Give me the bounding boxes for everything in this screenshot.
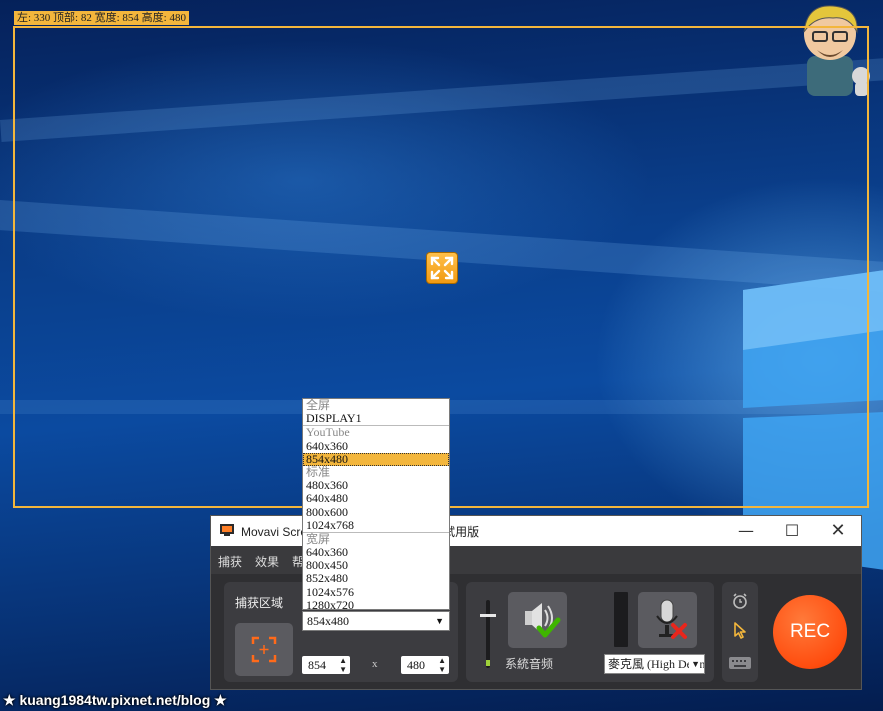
speaker-check-icon xyxy=(525,603,561,638)
system-level-meter xyxy=(486,660,490,666)
resolution-option[interactable]: 640x480 xyxy=(303,492,449,505)
resolution-option[interactable]: 1024x768 xyxy=(303,518,449,532)
blog-watermark: ★ kuang1984tw.pixnet.net/blog ★ xyxy=(3,692,227,708)
chevron-down-icon: ▼ xyxy=(435,616,444,626)
options-panel xyxy=(722,582,758,682)
height-stepper[interactable]: 480 ▲ ▼ xyxy=(401,656,449,674)
microphone-button[interactable] xyxy=(638,592,697,648)
resolution-group-label: 宽屏 xyxy=(303,531,449,546)
height-value: 480 xyxy=(407,658,425,672)
move-capture-area-icon[interactable] xyxy=(426,252,458,284)
select-area-button[interactable] xyxy=(235,623,293,676)
cursor-icon[interactable] xyxy=(732,622,748,640)
mic-volume-slider[interactable] xyxy=(614,592,628,647)
close-icon[interactable]: ✕ xyxy=(815,516,861,546)
resolution-value: 854x480 xyxy=(307,614,349,628)
stepper-arrows-icon[interactable]: ▲ ▼ xyxy=(339,656,347,674)
maximize-icon[interactable]: ☐ xyxy=(769,516,815,546)
minimize-icon[interactable]: — xyxy=(723,516,769,546)
resolution-group-label: YouTube xyxy=(303,425,449,439)
resolution-select[interactable]: 854x480 ▼ xyxy=(302,611,450,631)
alarm-clock-icon[interactable] xyxy=(731,592,749,610)
keyboard-icon[interactable] xyxy=(728,656,752,670)
resolution-option[interactable]: 640x360 xyxy=(303,439,449,453)
resolution-option[interactable]: 1280x720 xyxy=(303,598,449,609)
resolution-option[interactable]: 854x480 xyxy=(303,452,449,466)
system-audio-label: 系統音频 xyxy=(505,657,554,671)
system-volume-knob[interactable] xyxy=(480,614,496,617)
movavi-app-icon xyxy=(220,524,234,536)
menu-capture[interactable]: 捕获 xyxy=(218,553,242,570)
width-stepper[interactable]: 854 ▲ ▼ xyxy=(302,656,350,674)
width-value: 854 xyxy=(308,658,326,672)
crosshair-frame-icon xyxy=(251,636,277,663)
times-sign: x xyxy=(372,658,378,670)
microphone-device-select[interactable]: 麥克風 (High Definition Audio) ▼ xyxy=(604,654,705,674)
resolution-option[interactable]: 1024x576 xyxy=(303,585,449,599)
microphone-off-icon xyxy=(656,599,687,639)
system-audio-button[interactable] xyxy=(508,592,567,648)
system-volume-slider[interactable] xyxy=(486,600,490,668)
resolution-option[interactable]: DISPLAY1 xyxy=(303,411,449,425)
resolution-option[interactable]: 800x600 xyxy=(303,505,449,519)
menu-effects[interactable]: 效果 xyxy=(255,553,279,570)
record-button[interactable]: REC xyxy=(773,595,847,669)
resolution-dropdown-list[interactable]: 全屏 DISPLAY1 YouTube 640x360 854x480 标准 480x360… xyxy=(302,398,450,610)
capture-area-label: 捕获区域 xyxy=(235,596,284,610)
chevron-down-icon: ▼ xyxy=(689,655,700,673)
resolution-option[interactable]: 852x480 xyxy=(303,572,449,585)
stepper-arrows-icon[interactable]: ▲ ▼ xyxy=(438,656,446,674)
capture-position-readout: 左: 330 顶部: 82 宽度: 854 高度: 480 xyxy=(14,11,189,25)
